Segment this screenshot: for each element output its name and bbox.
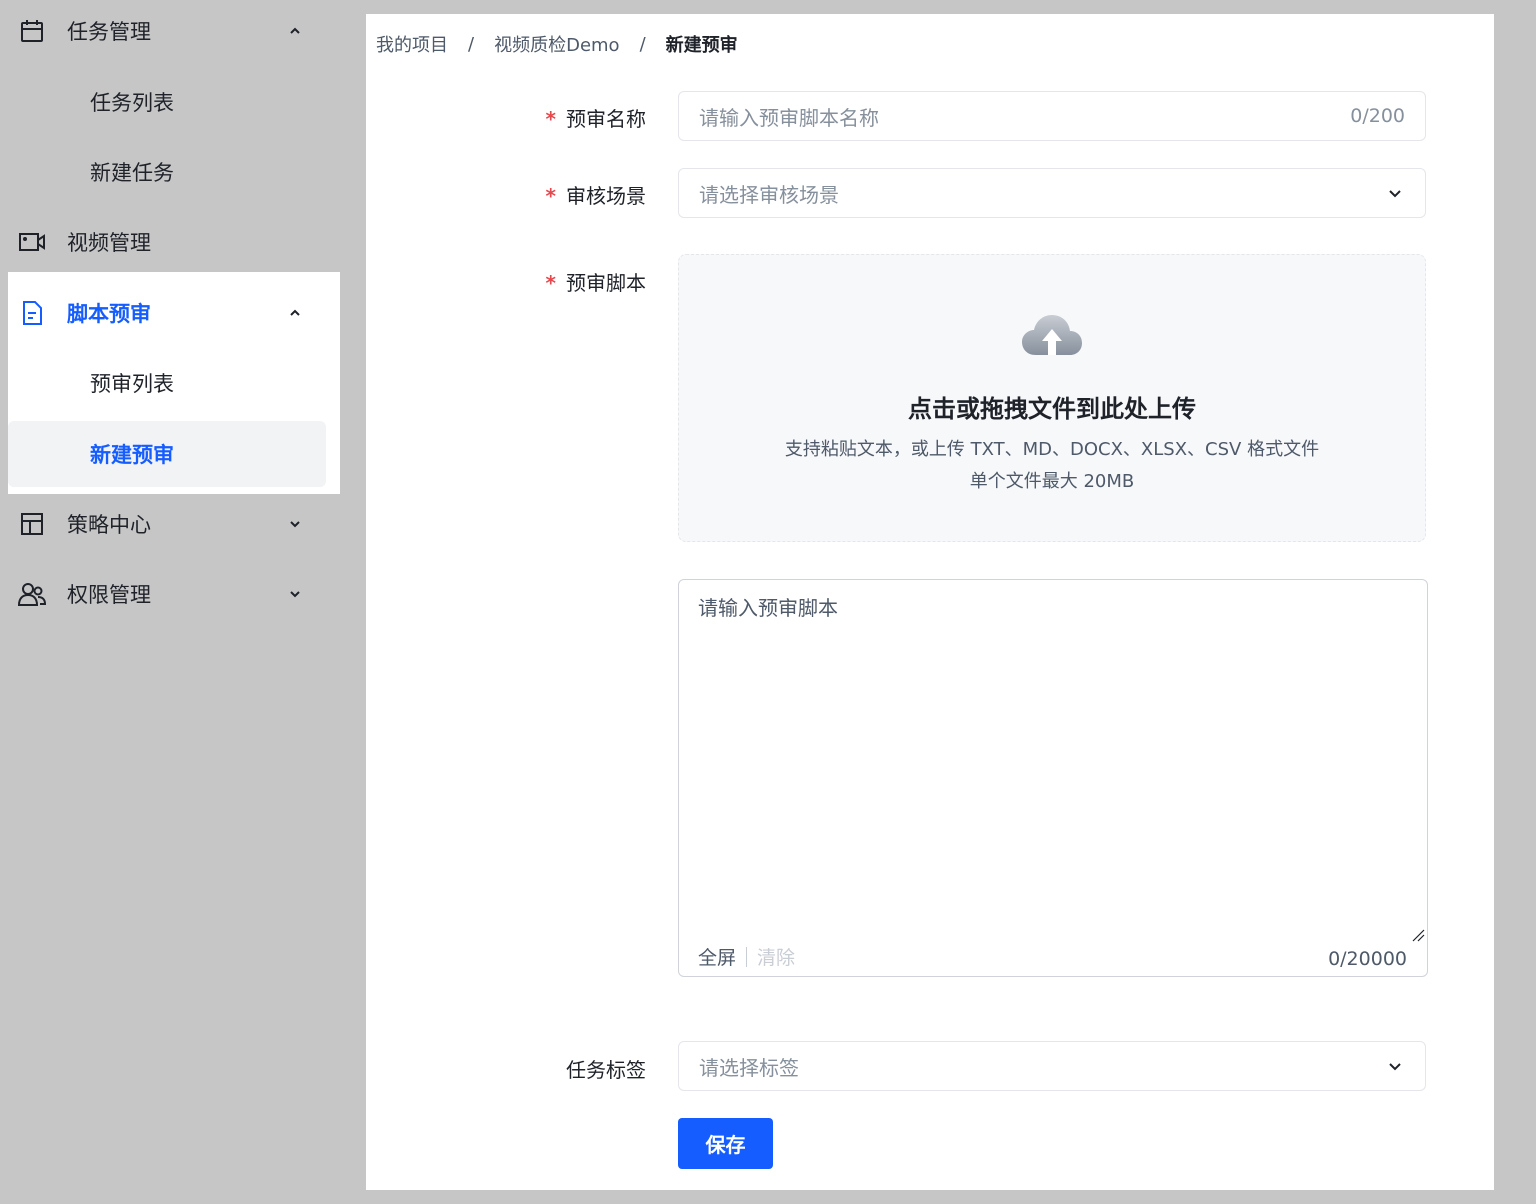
task-tags-label: 任务标签 (566, 1054, 646, 1083)
sidebar-item-task-list[interactable]: 任务列表 (0, 69, 340, 135)
sidebar-item-label: 预审列表 (90, 372, 174, 396)
review-scene-label-text: 审核场景 (566, 184, 646, 208)
sidebar-group-permission-management[interactable]: 权限管理 (0, 559, 340, 629)
breadcrumb: 我的项目 / 视频质检Demo / 新建预审 (376, 31, 738, 57)
review-script-placeholder: 请输入预审脚本 (698, 596, 838, 620)
sidebar-item-label: 新建预审 (90, 443, 174, 467)
document-icon (18, 299, 46, 327)
review-name-placeholder: 请输入预审脚本名称 (699, 105, 879, 130)
textarea-toolbar: 全屏 清除 (698, 943, 795, 970)
breadcrumb-item-project[interactable]: 视频质检Demo (494, 31, 619, 57)
file-upload-dropzone[interactable]: 点击或拖拽文件到此处上传 支持粘贴文本，或上传 TXT、MD、DOCX、XLSX… (678, 254, 1426, 542)
fullscreen-button[interactable]: 全屏 (698, 943, 736, 970)
clear-button[interactable]: 清除 (757, 943, 795, 970)
review-script-char-count: 0/20000 (1328, 948, 1407, 970)
sidebar-group-video-management[interactable]: 视频管理 (0, 207, 340, 277)
review-name-label-text: 预审名称 (566, 107, 646, 131)
sidebar-group-label: 脚本预审 (67, 302, 151, 326)
sidebar-group-task-management[interactable]: 任务管理 (0, 0, 340, 66)
review-script-label-text: 预审脚本 (566, 271, 646, 295)
chevron-down-icon (1385, 183, 1405, 203)
review-script-label: * 预审脚本 (546, 267, 646, 296)
resize-handle-icon[interactable] (1411, 928, 1425, 942)
sidebar: 任务管理 任务列表 新建任务 视频管理 脚本预审 预审列表 新建预审 策略中心 … (0, 0, 340, 1204)
users-icon (18, 580, 46, 608)
review-name-char-count: 0/200 (1350, 105, 1405, 127)
sidebar-item-label: 任务列表 (90, 91, 174, 115)
video-icon (18, 228, 46, 256)
sidebar-item-new-task[interactable]: 新建任务 (0, 139, 340, 205)
toolbar-divider (746, 946, 748, 967)
sidebar-group-label: 视频管理 (67, 231, 151, 255)
task-tags-label-text: 任务标签 (566, 1058, 646, 1082)
upload-hint: 支持粘贴文本，或上传 TXT、MD、DOCX、XLSX、CSV 格式文件 (784, 439, 1320, 460)
chevron-down-icon (1385, 1056, 1405, 1076)
task-tags-select[interactable]: 请选择标签 (678, 1041, 1426, 1091)
breadcrumb-item-current: 新建预审 (665, 35, 738, 56)
breadcrumb-separator: / (639, 33, 646, 55)
save-button[interactable]: 保存 (678, 1118, 773, 1169)
chevron-down-icon (284, 583, 306, 605)
cloud-upload-icon (1022, 315, 1082, 355)
layout-icon (18, 510, 46, 538)
review-scene-placeholder: 请选择审核场景 (699, 182, 839, 207)
upload-title: 点击或拖拽文件到此处上传 (908, 395, 1196, 423)
sidebar-group-label: 权限管理 (67, 583, 151, 607)
task-tags-placeholder: 请选择标签 (699, 1055, 799, 1080)
sidebar-group-label: 任务管理 (67, 20, 151, 44)
sidebar-group-strategy-center[interactable]: 策略中心 (0, 489, 340, 559)
required-mark: * (545, 184, 556, 208)
review-name-label: * 预审名称 (546, 103, 646, 132)
sidebar-group-label: 策略中心 (67, 513, 151, 537)
sidebar-item-review-list[interactable]: 预审列表 (0, 350, 340, 416)
upload-size-limit: 单个文件最大 20MB (969, 471, 1135, 492)
breadcrumb-separator: / (468, 33, 475, 55)
main-panel: 我的项目 / 视频质检Demo / 新建预审 * 预审名称 请输入预审脚本名称 0… (366, 14, 1494, 1190)
chevron-down-icon (284, 513, 306, 535)
chevron-up-icon (284, 302, 306, 324)
sidebar-item-new-review[interactable]: 新建预审 (0, 421, 340, 487)
required-mark: * (545, 107, 556, 131)
review-name-input[interactable]: 请输入预审脚本名称 0/200 (678, 91, 1426, 141)
calendar-icon (18, 17, 46, 45)
sidebar-group-script-review[interactable]: 脚本预审 (0, 278, 340, 348)
review-scene-select[interactable]: 请选择审核场景 (678, 168, 1426, 218)
review-scene-label: * 审核场景 (546, 180, 646, 209)
review-script-textarea[interactable]: 请输入预审脚本 全屏 清除 0/20000 (678, 579, 1428, 977)
breadcrumb-item-my-projects[interactable]: 我的项目 (376, 31, 448, 57)
sidebar-item-label: 新建任务 (90, 161, 174, 185)
chevron-up-icon (284, 20, 306, 42)
required-mark: * (545, 271, 556, 295)
